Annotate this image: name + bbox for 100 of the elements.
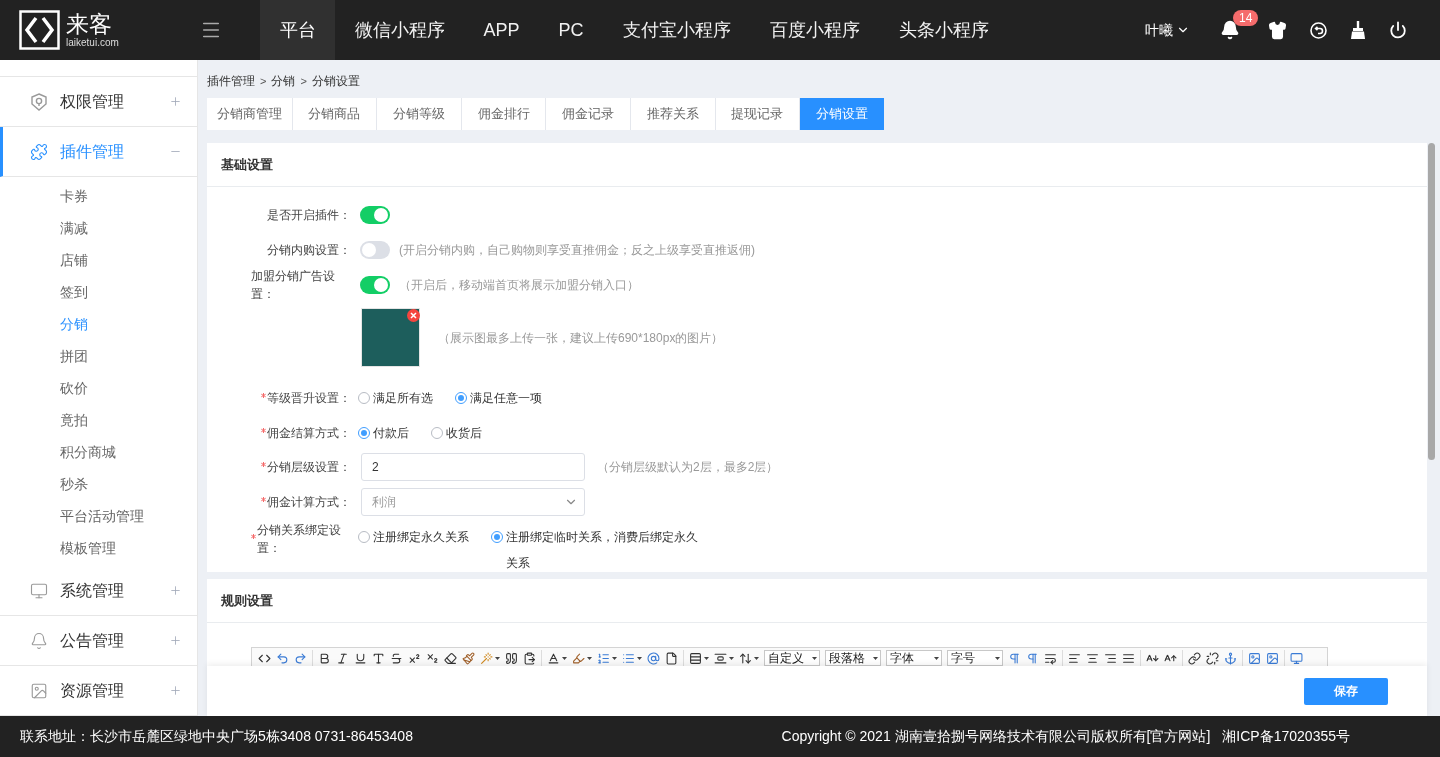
- toggle-switch[interactable]: [360, 241, 390, 259]
- text-wrap-icon[interactable]: [1044, 651, 1057, 665]
- align-center-icon[interactable]: [1086, 651, 1099, 665]
- sidebar-item[interactable]: 系统管理: [0, 566, 197, 616]
- tab[interactable]: 分销商品: [291, 98, 377, 130]
- rows-icon[interactable]: [689, 651, 702, 665]
- sidebar-subitem[interactable]: 满减: [0, 212, 197, 244]
- undo-icon[interactable]: [276, 651, 289, 665]
- nav-tab[interactable]: 百度小程序: [750, 0, 880, 60]
- numbered-list-icon[interactable]: [597, 651, 610, 665]
- pilcrow-icon[interactable]: [1008, 651, 1021, 665]
- strikethrough-icon[interactable]: [390, 651, 403, 665]
- paintbrush-icon[interactable]: [462, 651, 475, 665]
- tab[interactable]: 佣金排行: [460, 98, 546, 130]
- breadcrumb-link[interactable]: 分销: [271, 73, 296, 89]
- caret-icon[interactable]: [612, 656, 617, 660]
- align-right-icon[interactable]: [1104, 651, 1117, 665]
- at-sign-icon[interactable]: [647, 651, 660, 665]
- radio-button[interactable]: [358, 427, 370, 439]
- radio-label[interactable]: 注册绑定临时关系，消费后绑定永久关系: [506, 524, 702, 576]
- subscript-icon[interactable]: [426, 651, 439, 665]
- user-menu[interactable]: 叶曦: [1145, 19, 1190, 41]
- align-left-icon[interactable]: [1068, 651, 1081, 665]
- sidebar-subitem[interactable]: 秒杀: [0, 468, 197, 500]
- spacing-icon[interactable]: [714, 651, 727, 665]
- sidebar-subitem[interactable]: 砍价: [0, 372, 197, 404]
- tab[interactable]: 分销等级: [376, 98, 461, 130]
- image-icon[interactable]: [1266, 651, 1279, 665]
- broom-icon[interactable]: [1350, 21, 1366, 39]
- radio-button[interactable]: [358, 392, 370, 404]
- toolbar-select[interactable]: 字体: [886, 650, 942, 666]
- line-height-icon[interactable]: [739, 651, 752, 665]
- sidebar-subitem[interactable]: 竟拍: [0, 404, 197, 436]
- sidebar-item[interactable]: 权限管理: [0, 77, 197, 127]
- font-color-icon[interactable]: [547, 651, 560, 665]
- scrollbar[interactable]: [1428, 143, 1435, 460]
- nav-tab[interactable]: APP: [464, 0, 540, 60]
- icp-link[interactable]: 湘ICP备17020355号: [1222, 726, 1350, 747]
- toggle-switch[interactable]: [360, 276, 390, 294]
- bell-icon[interactable]: [1220, 20, 1240, 40]
- tab[interactable]: 佣金记录: [545, 98, 630, 130]
- italic-icon[interactable]: [336, 651, 349, 665]
- radio-button[interactable]: [491, 531, 503, 543]
- toggle-switch[interactable]: [360, 206, 390, 224]
- sidebar-subitem[interactable]: 签到: [0, 276, 197, 308]
- bullet-list-icon[interactable]: [622, 651, 635, 665]
- site-link[interactable]: [官方网站]: [1146, 726, 1211, 747]
- anchor-icon[interactable]: [1224, 651, 1237, 665]
- text-input[interactable]: 2: [361, 453, 585, 481]
- align-justify-icon[interactable]: [1122, 651, 1135, 665]
- radio-label[interactable]: 满足所有选: [373, 385, 433, 411]
- caret-icon[interactable]: [704, 656, 709, 660]
- underline-icon[interactable]: [354, 651, 367, 665]
- radio-label[interactable]: 满足任意一项: [470, 385, 542, 411]
- toolbar-select[interactable]: 段落格: [825, 650, 881, 666]
- radio-button[interactable]: [455, 392, 467, 404]
- radio-label[interactable]: 付款后: [373, 420, 409, 446]
- sidebar-item[interactable]: 公告管理: [0, 616, 197, 666]
- power-icon[interactable]: [1389, 21, 1407, 39]
- sidebar-subitem[interactable]: 平台活动管理: [0, 500, 197, 532]
- radio-label[interactable]: 注册绑定永久关系: [373, 524, 469, 550]
- eraser-icon[interactable]: [444, 651, 457, 665]
- image-icon[interactable]: [1248, 651, 1261, 665]
- text-icon[interactable]: [372, 651, 385, 665]
- nav-tab[interactable]: 微信小程序: [335, 0, 464, 60]
- sidebar-subitem[interactable]: 店铺: [0, 244, 197, 276]
- clipboard-icon[interactable]: [523, 651, 536, 665]
- nav-tab[interactable]: 头条小程序: [879, 0, 1009, 60]
- sidebar-subitem[interactable]: 积分商城: [0, 436, 197, 468]
- breadcrumb-link[interactable]: 插件管理: [207, 73, 255, 89]
- tab[interactable]: 提现记录: [714, 98, 800, 130]
- radio-button[interactable]: [431, 427, 443, 439]
- sidebar-subitem[interactable]: 卡券: [0, 180, 197, 212]
- nav-tab[interactable]: 平台: [260, 0, 335, 60]
- close-icon[interactable]: [407, 309, 420, 322]
- superscript-icon[interactable]: [408, 651, 421, 665]
- nav-tab[interactable]: PC: [539, 0, 604, 60]
- caret-icon[interactable]: [637, 656, 642, 660]
- sidebar-subitem[interactable]: 模板管理: [0, 532, 197, 564]
- pilcrow-icon[interactable]: [1026, 651, 1039, 665]
- link-icon[interactable]: [1188, 651, 1201, 665]
- caret-icon[interactable]: [729, 656, 734, 660]
- page-icon[interactable]: [665, 651, 678, 665]
- caret-icon[interactable]: [495, 656, 500, 660]
- unlink-icon[interactable]: [1206, 651, 1219, 665]
- shirt-icon[interactable]: [1268, 20, 1287, 40]
- quote-icon[interactable]: [505, 651, 518, 665]
- bold-icon[interactable]: [318, 651, 331, 665]
- nav-tab[interactable]: 支付宝小程序: [603, 0, 751, 60]
- highlighter-icon[interactable]: [572, 651, 585, 665]
- redo-icon[interactable]: [294, 651, 307, 665]
- toolbar-select[interactable]: 自定义: [764, 650, 820, 666]
- caret-icon[interactable]: [754, 656, 759, 660]
- caret-icon[interactable]: [562, 656, 567, 660]
- tab[interactable]: 推荐关系: [629, 98, 715, 130]
- caret-icon[interactable]: [587, 656, 592, 660]
- tab[interactable]: 分销商管理: [207, 98, 292, 130]
- monitor-icon[interactable]: [1290, 651, 1303, 665]
- radio-button[interactable]: [358, 531, 370, 543]
- radio-label[interactable]: 收货后: [446, 420, 482, 446]
